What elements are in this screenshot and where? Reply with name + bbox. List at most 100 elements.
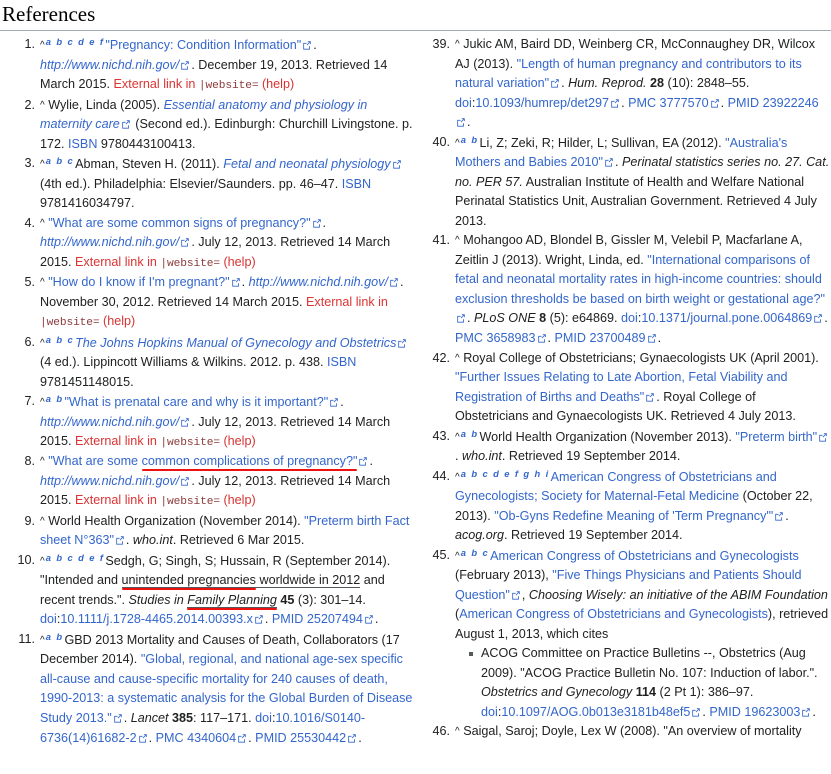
backlink-letters[interactable]: a b c d e f [46,552,105,563]
backlink-letters[interactable]: a b c d e f [46,36,105,47]
citation-work: who.int [462,449,502,464]
citation-author: Wylie, Linda (2005). [48,97,164,112]
backlink-caret[interactable]: ^ [40,100,45,111]
citation-title-link-highlighted[interactable]: common complications of pregnancy?" [142,454,358,468]
pmid-value-link[interactable]: 23922246 [759,96,819,110]
pmid-value-link[interactable]: 23700489 [586,331,646,345]
citation-journal: Studies in [128,592,188,607]
backlink-caret[interactable]: ^ [455,353,460,364]
doi-label-link[interactable]: doi [255,711,272,725]
citation-help-link[interactable]: (help) [262,77,294,91]
citation-title-link[interactable]: Fetal and neonatal physiology [223,157,390,171]
backlink-caret[interactable]: ^ [455,235,460,246]
citation-sep: . [125,533,130,548]
citation-issue: (10): 2848–55. [664,76,750,91]
doi-value-link[interactable]: 10.1371/journal.pone.0064869 [641,311,812,325]
backlink-caret[interactable]: ^ [40,556,45,567]
citation-help-link[interactable]: (help) [223,434,255,448]
backlink-letters[interactable]: a b [461,428,479,439]
backlink-letters[interactable]: a b c d e f g h i [461,468,550,479]
backlink-caret[interactable]: ^ [40,40,45,51]
pmc-label-link[interactable]: PMC [628,96,656,110]
pmc-label-link[interactable]: PMC [156,731,184,745]
citation-work-link[interactable]: http://www.nichd.nih.gov/ [40,415,179,429]
citation-sep: . [621,95,625,110]
backlink-caret[interactable]: ^ [455,472,460,483]
citation-error-param: |website= [160,257,220,270]
citation-title-link[interactable]: "Pregnancy: Condition Information" [105,38,301,52]
pmid-value-link[interactable]: 25530442 [287,731,346,745]
citation-title-link[interactable]: "Preterm birth" [735,430,817,444]
citation-work-link[interactable]: http://www.nichd.nih.gov/ [40,58,179,72]
backlink-caret[interactable]: ^ [40,277,45,288]
citation-work-link[interactable]: http://www.nichd.nih.gov/ [40,474,179,488]
doi-value-link[interactable]: 10.1093/humrep/det297 [475,96,609,110]
citation-rest: . Retrieved 19 September 2014. [501,449,681,464]
citation-sep: . [785,508,789,523]
citation-help-link[interactable]: (help) [223,493,255,507]
citation-title-link[interactable]: The Johns Hopkins Manual of Gynecology a… [75,336,396,350]
pmc-label-link[interactable]: PMC [455,331,483,345]
pmid-value-link[interactable]: 25207494 [303,612,363,626]
external-link-icon [121,119,131,129]
doi-label-link[interactable]: doi [40,612,57,626]
isbn-label-link[interactable]: ISBN [68,137,97,151]
backlink-letters[interactable]: a b [461,134,479,145]
pmid-value-link[interactable]: 19623003 [741,705,800,719]
isbn-label-link[interactable]: ISBN [327,355,356,369]
backlink-letters[interactable]: a b c [461,547,489,558]
backlink-caret[interactable]: ^ [40,338,45,349]
doi-label-link[interactable]: doi [621,311,638,325]
doi-value-link[interactable]: 10.1111/j.1728-4465.2014.00393.x [60,612,253,626]
citation-author-link[interactable]: American Congress of Obstetricians and G… [490,549,799,563]
backlink-letters[interactable]: a b [46,631,64,642]
backlink-caret[interactable]: ^ [40,456,45,467]
doi-label-link[interactable]: doi [455,96,472,110]
citation-help-link[interactable]: (help) [223,255,255,269]
reference-number: 7. [24,394,35,409]
citation-sep: . [812,704,816,719]
pmc-value-link[interactable]: 4340604 [184,731,236,745]
reference-number: 3. [24,156,35,171]
doi-label-link[interactable]: doi [481,705,498,719]
external-link-icon [115,535,125,545]
pmc-value-link[interactable]: 3777570 [656,96,709,110]
backlink-caret[interactable]: ^ [455,432,460,443]
citation-help-link[interactable]: (help) [103,314,135,328]
citation-title-link-prefix[interactable]: "What are some [48,454,141,468]
pmid-label-link[interactable]: PMID [709,705,740,719]
citation-title-link[interactable]: "Ob-Gyns Redefine Meaning of 'Term Pregn… [494,509,773,523]
backlink-caret[interactable]: ^ [455,551,460,562]
pmid-label-link[interactable]: PMID [555,331,586,345]
citation-title-link[interactable]: "What are some common signs of pregnancy… [48,216,310,230]
citation-title-link[interactable]: "What is prenatal care and why is it imp… [64,395,328,409]
pmid-label-link[interactable]: PMID [272,612,303,626]
isbn-label-link[interactable]: ISBN [342,177,371,191]
backlink-caret[interactable]: ^ [455,138,460,149]
citation-sep: . [657,330,662,345]
citation-title-link[interactable]: "How do I know if I'm pregnant?" [48,275,229,289]
backlink-letters[interactable]: a b c [46,155,74,166]
backlink-letters[interactable]: a b [46,393,64,404]
backlink-caret[interactable]: ^ [40,159,45,170]
pmc-value-link[interactable]: 3658983 [483,331,535,345]
reference-number: 8. [24,454,35,469]
citation-sep: . [467,115,471,130]
backlink-caret[interactable]: ^ [40,516,45,527]
pmid-label-link[interactable]: PMID [255,731,286,745]
backlink-caret[interactable]: ^ [40,397,45,408]
citation-publisher-link[interactable]: American Congress of Obstetricians and G… [459,607,768,621]
backlink-caret[interactable]: ^ [455,726,460,737]
backlink-letters[interactable]: a b c [46,334,74,345]
citation-work-link[interactable]: http://www.nichd.nih.gov/ [249,275,388,289]
reference-item-45: 45. ^a b cAmerican Congress of Obstetric… [425,546,830,723]
backlink-caret[interactable]: ^ [40,635,45,646]
backlink-caret[interactable]: ^ [40,218,45,229]
doi-value-link[interactable]: 10.1097/AOG.0b013e3181b48ef5 [501,705,690,719]
pmid-label-link[interactable]: PMID [728,96,759,110]
external-link-icon [813,313,823,324]
citation-work-link[interactable]: http://www.nichd.nih.gov/ [40,235,179,249]
citation-quote-underlined: worldwide in 2012 [255,573,361,589]
backlink-caret[interactable]: ^ [455,39,460,50]
citation-issue: (3): 301–14. [294,592,366,607]
